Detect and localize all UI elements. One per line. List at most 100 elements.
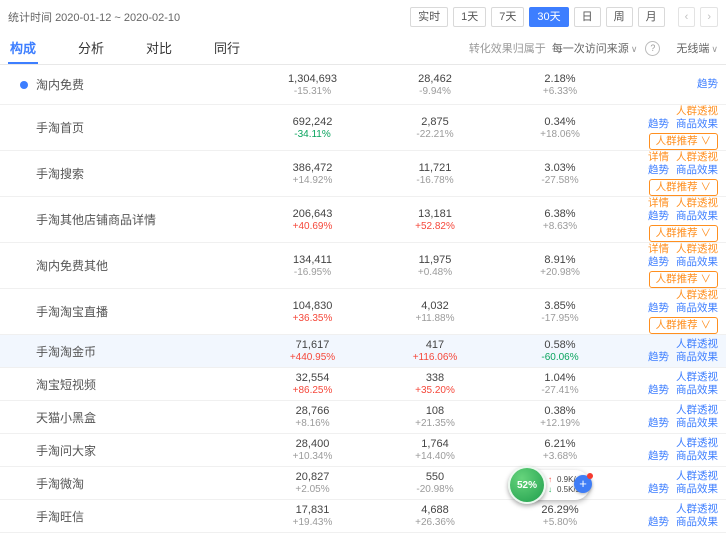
trend-link[interactable]: 趋势 bbox=[648, 210, 669, 222]
btn-1day[interactable]: 1天 bbox=[453, 7, 486, 27]
visitors-delta: +10.34% bbox=[245, 451, 380, 462]
visitors-value: 28,766 bbox=[245, 405, 380, 417]
row-label-cell: 手淘旺信 bbox=[20, 508, 245, 525]
product-effect-link[interactable]: 商品效果 bbox=[676, 118, 718, 130]
source-select[interactable]: 每一次访问来源∨ bbox=[552, 40, 638, 56]
btn-7day[interactable]: 7天 bbox=[491, 7, 524, 27]
row-actions: 人群透视 趋势商品效果 人群推荐 ∨ bbox=[630, 105, 718, 150]
row-actions: 人群透视 趋势商品效果 人群推荐 ∨ bbox=[630, 289, 718, 334]
trend-link[interactable]: 趋势 bbox=[648, 417, 669, 429]
trend-link[interactable]: 趋势 bbox=[648, 450, 669, 462]
tab-analysis[interactable]: 分析 bbox=[76, 33, 106, 64]
btn-30day[interactable]: 30天 bbox=[529, 7, 568, 27]
buyers-cell: 28,462 -9.94% bbox=[380, 73, 490, 97]
date-range: 2020-01-12 ~ 2020-02-10 bbox=[55, 12, 180, 24]
row-label: 手淘问大家 bbox=[36, 442, 96, 459]
row-label-cell: 手淘淘金币 bbox=[20, 343, 245, 360]
buyers-value: 108 bbox=[380, 405, 490, 417]
prev-page-button[interactable]: ‹ bbox=[678, 7, 696, 27]
buyers-delta: +35.20% bbox=[380, 385, 490, 396]
visitors-delta: +40.69% bbox=[245, 221, 380, 232]
trend-link[interactable]: 趋势 bbox=[648, 351, 669, 363]
detail-link[interactable]: 详情 bbox=[648, 151, 669, 163]
tab-composition[interactable]: 构成 bbox=[8, 33, 38, 64]
actions-mid: 趋势商品效果 bbox=[630, 256, 718, 269]
buyers-delta: -22.21% bbox=[380, 129, 490, 140]
add-button[interactable]: + bbox=[574, 475, 592, 493]
detail-link[interactable]: 详情 bbox=[648, 243, 669, 255]
next-page-button[interactable]: › bbox=[700, 7, 718, 27]
audience-insight-link[interactable]: 人群透视 bbox=[676, 470, 718, 482]
product-effect-link[interactable]: 商品效果 bbox=[676, 256, 718, 268]
product-effect-link[interactable]: 商品效果 bbox=[676, 450, 718, 462]
trend-link[interactable]: 趋势 bbox=[648, 118, 669, 130]
speed-widget[interactable]: ↑ 0.9K/s ↓ 0.5K/s 52% + bbox=[508, 466, 594, 508]
conversion-label: 转化效果归属于 bbox=[469, 40, 546, 56]
audience-recommend-button[interactable]: 人群推荐 ∨ bbox=[649, 271, 718, 288]
audience-insight-link[interactable]: 人群透视 bbox=[676, 197, 718, 209]
help-icon[interactable]: ? bbox=[645, 41, 660, 56]
audience-insight-link[interactable]: 人群透视 bbox=[676, 243, 718, 255]
actions-top: 人群透视 bbox=[630, 503, 718, 516]
audience-recommend-button[interactable]: 人群推荐 ∨ bbox=[649, 133, 718, 150]
product-effect-link[interactable]: 商品效果 bbox=[676, 164, 718, 176]
row-actions: 趋势 bbox=[630, 78, 718, 91]
audience-recommend-button[interactable]: 人群推荐 ∨ bbox=[649, 317, 718, 334]
trend-link[interactable]: 趋势 bbox=[648, 483, 669, 495]
memory-ball[interactable]: 52% bbox=[508, 466, 546, 504]
row-label-cell: 淘内免费其他 bbox=[20, 257, 245, 274]
row-label-cell: 淘内免费 bbox=[20, 76, 245, 93]
trend-link[interactable]: 趋势 bbox=[648, 256, 669, 268]
row-actions: 人群透视 趋势商品效果 bbox=[630, 503, 718, 529]
buyers-cell: 2,875 -22.21% bbox=[380, 116, 490, 140]
visitors-value: 206,643 bbox=[245, 208, 380, 220]
row-label-cell: 手淘淘宝直播 bbox=[20, 303, 245, 320]
product-effect-link[interactable]: 商品效果 bbox=[676, 516, 718, 528]
audience-insight-link[interactable]: 人群透视 bbox=[676, 503, 718, 515]
trend-link[interactable]: 趋势 bbox=[648, 302, 669, 314]
table-row: 淘内免费其他 134,411 -16.95% 11,975 +0.48% 8.9… bbox=[0, 243, 726, 289]
detail-link[interactable]: 详情 bbox=[648, 197, 669, 209]
visitors-cell: 71,617 +440.95% bbox=[245, 339, 380, 363]
product-effect-link[interactable]: 商品效果 bbox=[676, 384, 718, 396]
trend-link[interactable]: 趋势 bbox=[697, 78, 718, 90]
actions-mid: 趋势商品效果 bbox=[630, 302, 718, 315]
btn-realtime[interactable]: 实时 bbox=[410, 7, 448, 27]
table-row: 手淘首页 692,242 -34.11% 2,875 -22.21% 0.34%… bbox=[0, 105, 726, 151]
tab-compare[interactable]: 对比 bbox=[144, 33, 174, 64]
audience-recommend-button[interactable]: 人群推荐 ∨ bbox=[649, 179, 718, 196]
visitors-value: 32,554 bbox=[245, 372, 380, 384]
rate-cell: 8.91% +20.98% bbox=[490, 254, 630, 278]
product-effect-link[interactable]: 商品效果 bbox=[676, 210, 718, 222]
visitors-cell: 134,411 -16.95% bbox=[245, 254, 380, 278]
audience-insight-link[interactable]: 人群透视 bbox=[676, 151, 718, 163]
trend-link[interactable]: 趋势 bbox=[648, 384, 669, 396]
btn-day[interactable]: 日 bbox=[574, 7, 601, 27]
row-label-cell: 手淘首页 bbox=[20, 119, 245, 136]
visitors-cell: 20,827 +2.05% bbox=[245, 471, 380, 495]
trend-link[interactable]: 趋势 bbox=[648, 164, 669, 176]
tab-peers[interactable]: 同行 bbox=[212, 33, 242, 64]
audience-insight-link[interactable]: 人群透视 bbox=[676, 105, 718, 117]
product-effect-link[interactable]: 商品效果 bbox=[676, 417, 718, 429]
rate-delta: +12.19% bbox=[490, 418, 630, 429]
product-effect-link[interactable]: 商品效果 bbox=[676, 302, 718, 314]
buyers-delta: -20.98% bbox=[380, 484, 490, 495]
product-effect-link[interactable]: 商品效果 bbox=[676, 351, 718, 363]
trend-link[interactable]: 趋势 bbox=[648, 516, 669, 528]
terminal-select[interactable]: 无线端∨ bbox=[676, 40, 718, 56]
audience-insight-link[interactable]: 人群透视 bbox=[676, 289, 718, 301]
buyers-cell: 11,975 +0.48% bbox=[380, 254, 490, 278]
btn-week[interactable]: 周 bbox=[606, 7, 633, 27]
product-effect-link[interactable]: 商品效果 bbox=[676, 483, 718, 495]
audience-insight-link[interactable]: 人群透视 bbox=[676, 404, 718, 416]
audience-insight-link[interactable]: 人群透视 bbox=[676, 338, 718, 350]
visitors-delta: +8.16% bbox=[245, 418, 380, 429]
btn-month[interactable]: 月 bbox=[638, 7, 665, 27]
audience-insight-link[interactable]: 人群透视 bbox=[676, 437, 718, 449]
rate-cell: 6.38% +8.63% bbox=[490, 208, 630, 232]
table-row: 淘内免费 1,304,693 -15.31% 28,462 -9.94% 2.1… bbox=[0, 65, 726, 105]
audience-recommend-button[interactable]: 人群推荐 ∨ bbox=[649, 225, 718, 242]
audience-insight-link[interactable]: 人群透视 bbox=[676, 371, 718, 383]
row-label-cell: 手淘微淘 bbox=[20, 475, 245, 492]
